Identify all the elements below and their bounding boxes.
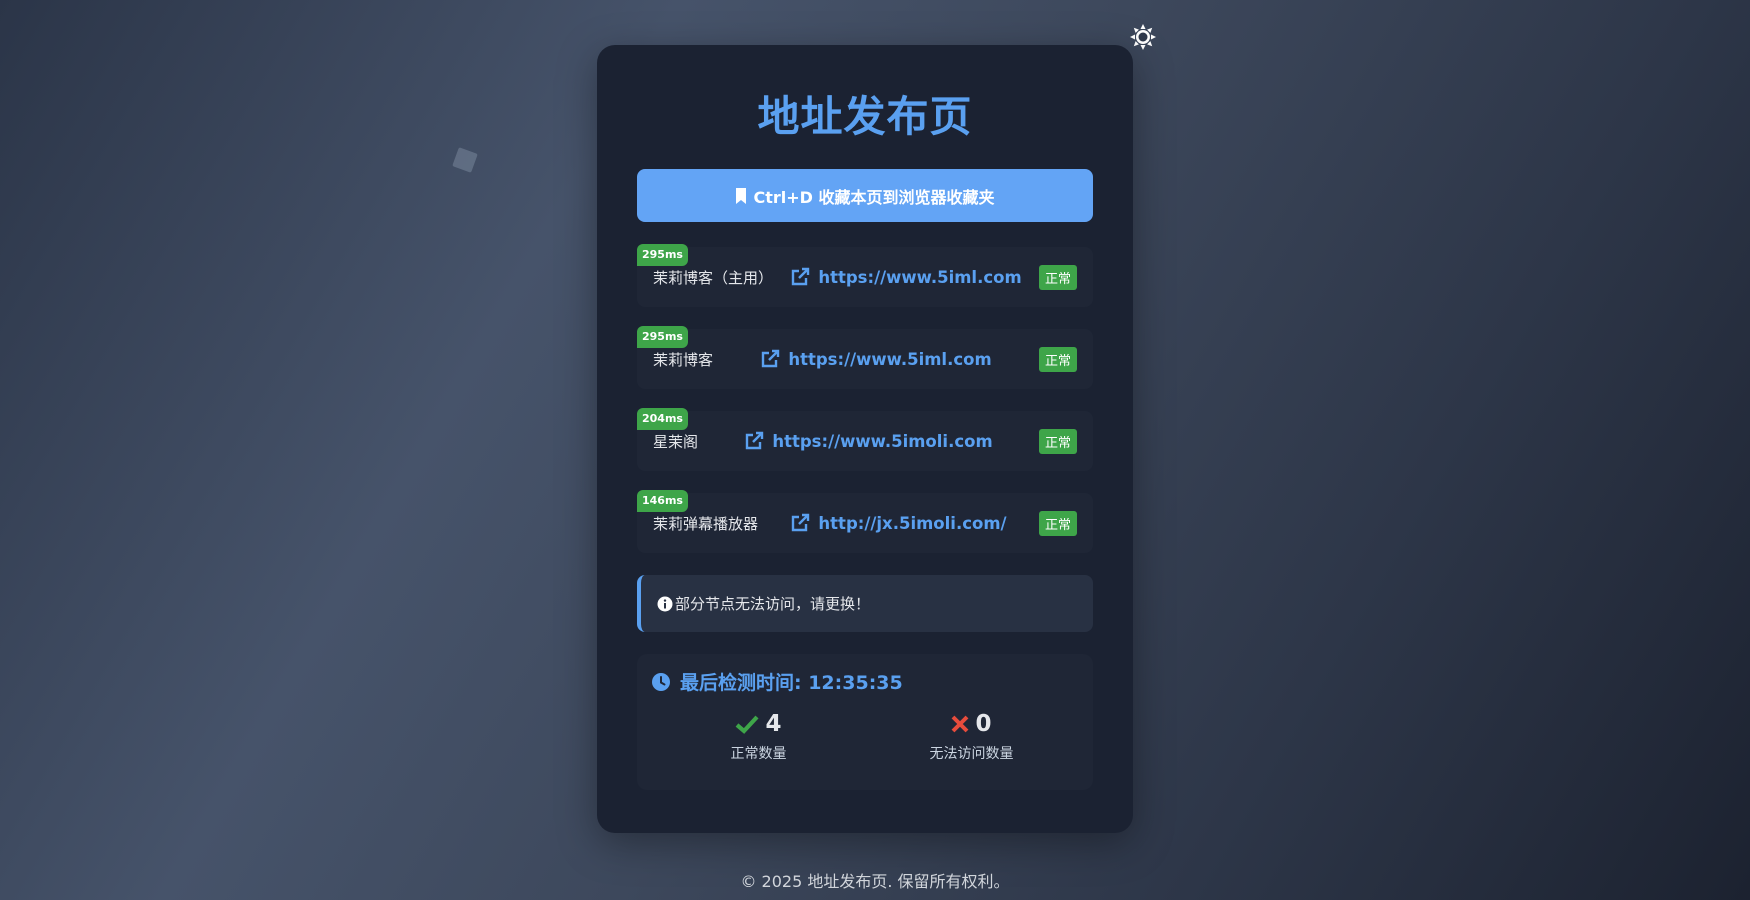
stats-panel: 最后检测时间: 12:35:35 4 正常数量 0 无法访问数量 [637,654,1093,790]
info-icon [657,596,673,611]
status-badge: 正常 [1038,510,1077,536]
latency-badge: 204ms [637,408,688,430]
notice-text: 部分节点无法访问，请更换！ [675,595,871,613]
decorative-square [452,147,478,173]
link-url[interactable]: http://jx.5imoli.com/ [790,513,1007,533]
main-card: 地址发布页 Ctrl+D 收藏本页到浏览器收藏夹 295ms 茉莉博客（主用） … [597,45,1133,833]
ok-count: 4 [765,711,782,737]
ok-count-block: 4 正常数量 [652,711,865,763]
fail-count: 0 [975,711,992,737]
link-item: 204ms 星茉阁 https://www.5imoli.com 正常 [637,408,1093,471]
link-item: 295ms 茉莉博客（主用） https://www.5iml.com 正常 [637,244,1093,307]
link-item: 146ms 茉莉弹幕播放器 http://jx.5imoli.com/ 正常 [637,490,1093,553]
count-row: 4 正常数量 0 无法访问数量 [652,711,1078,763]
link-url-text: https://www.5imoli.com [772,431,993,451]
link-item: 295ms 茉莉博客 https://www.5iml.com 正常 [637,326,1093,389]
page-title: 地址发布页 [757,92,973,141]
fail-count-block: 0 无法访问数量 [865,711,1078,763]
link-name: 茉莉弹幕播放器 [653,514,759,533]
bookmark-button[interactable]: Ctrl+D 收藏本页到浏览器收藏夹 [637,169,1093,222]
bookmark-button-label: Ctrl+D 收藏本页到浏览器收藏夹 [753,187,995,207]
ok-count-label: 正常数量 [730,746,787,762]
notice-banner: 部分节点无法访问，请更换！ [637,575,1093,632]
check-icon [736,715,760,734]
link-url[interactable]: https://www.5iml.com [760,349,992,369]
link-name: 茉莉博客 [653,350,714,369]
latency-badge: 146ms [637,490,688,512]
status-badge: 正常 [1038,346,1077,372]
external-link-icon [792,267,810,286]
latency-badge: 295ms [637,244,688,266]
status-badge: 正常 [1038,428,1077,454]
link-url-text: http://jx.5imoli.com/ [818,513,1007,533]
last-check-text: 最后检测时间: 12:35:35 [680,672,903,694]
footer-copyright: © 2025 地址发布页. 保留所有权利。 [740,872,1010,891]
theme-toggle-button[interactable] [1128,22,1158,52]
link-url-text: https://www.5iml.com [788,349,992,369]
x-icon [952,715,969,733]
link-list: 295ms 茉莉博客（主用） https://www.5iml.com 正常 2… [637,244,1093,553]
external-link-icon [746,431,764,450]
link-name: 星茉阁 [653,432,699,451]
latency-badge: 295ms [637,326,688,348]
external-link-icon [762,349,780,368]
link-url[interactable]: https://www.5imoli.com [744,431,993,451]
status-badge: 正常 [1038,264,1077,290]
clock-icon [652,672,670,691]
sun-icon [1130,24,1156,50]
link-url-text: https://www.5iml.com [818,267,1022,287]
external-link-icon [792,513,810,532]
link-name: 茉莉博客（主用） [653,268,774,287]
fail-count-label: 无法访问数量 [929,746,1014,762]
bookmark-icon [736,187,747,204]
last-check: 最后检测时间: 12:35:35 [652,668,1078,695]
link-url[interactable]: https://www.5iml.com [790,267,1022,287]
